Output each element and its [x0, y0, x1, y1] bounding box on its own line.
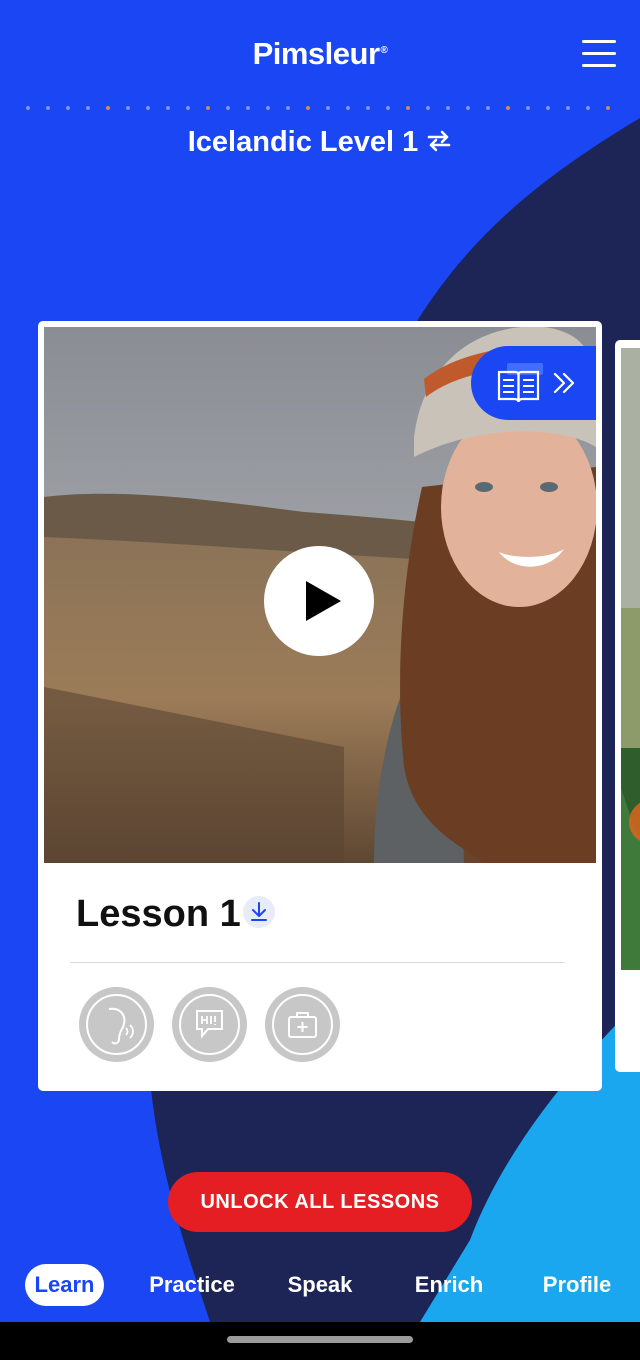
- logo-text: Pimsleur: [252, 36, 380, 71]
- course-selector[interactable]: Icelandic Level 1: [0, 126, 640, 159]
- nav-enrich[interactable]: Enrich: [405, 1264, 493, 1306]
- next-lesson-photo: [621, 348, 640, 970]
- progress-dot: [386, 106, 390, 110]
- lesson-progress-dots: [26, 106, 616, 112]
- progress-dot: [366, 106, 370, 110]
- progress-dot: [306, 106, 310, 110]
- listening-ear-icon: [108, 1007, 134, 1045]
- next-lesson-card[interactable]: [615, 340, 640, 1072]
- card-divider: [70, 962, 565, 963]
- play-lesson-button[interactable]: [264, 546, 374, 656]
- logo-registered-mark: ®: [380, 44, 388, 56]
- progress-dot: [246, 106, 250, 110]
- progress-dot: [26, 106, 30, 110]
- progress-dot: [326, 106, 330, 110]
- home-gesture-handle[interactable]: [227, 1336, 413, 1343]
- system-navigation-bar: [0, 1322, 640, 1360]
- top-bar: Pimsleur®: [0, 0, 640, 110]
- swap-arrows-icon: [427, 130, 451, 152]
- hamburger-menu-icon[interactable]: [582, 40, 616, 70]
- course-title: Icelandic Level 1: [187, 126, 419, 158]
- nav-speak[interactable]: Speak: [278, 1264, 362, 1306]
- progress-dot: [266, 106, 270, 110]
- lesson-card[interactable]: Lesson 1: [38, 321, 602, 1091]
- progress-dot: [486, 106, 490, 110]
- nav-practice[interactable]: Practice: [138, 1264, 246, 1306]
- pimsleur-logo: Pimsleur®: [0, 36, 640, 72]
- progress-dot: [286, 106, 290, 110]
- progress-dot: [346, 106, 350, 110]
- progress-dot: [146, 106, 150, 110]
- progress-dot: [46, 106, 50, 110]
- download-button[interactable]: [243, 896, 275, 928]
- open-book-icon: [497, 363, 575, 403]
- speaking-skill-button[interactable]: [172, 987, 247, 1062]
- progress-dot: [106, 106, 110, 110]
- progress-dot: [86, 106, 90, 110]
- culture-skill-button[interactable]: [265, 987, 340, 1062]
- progress-dot: [186, 106, 190, 110]
- play-icon: [306, 581, 341, 621]
- progress-dot: [426, 106, 430, 110]
- progress-dot: [586, 106, 590, 110]
- unlock-all-lessons-button[interactable]: UNLOCK ALL LESSONS: [168, 1172, 472, 1232]
- nav-learn[interactable]: Learn: [25, 1264, 104, 1306]
- progress-dot: [526, 106, 530, 110]
- progress-dot: [126, 106, 130, 110]
- progress-dot: [466, 106, 470, 110]
- progress-dot: [226, 106, 230, 110]
- progress-dot: [566, 106, 570, 110]
- progress-dot: [546, 106, 550, 110]
- progress-dot: [206, 106, 210, 110]
- progress-dot: [406, 106, 410, 110]
- progress-dot: [166, 106, 170, 110]
- progress-dot: [606, 106, 610, 110]
- progress-dot: [506, 106, 510, 110]
- lesson-title: Lesson 1: [76, 893, 241, 935]
- nav-profile[interactable]: Profile: [533, 1264, 621, 1306]
- speech-bubble-hi-icon: [196, 1010, 223, 1039]
- reading-lesson-tab[interactable]: [471, 346, 596, 420]
- listening-skill-button[interactable]: [79, 987, 154, 1062]
- download-icon: [251, 902, 267, 921]
- progress-dot: [66, 106, 70, 110]
- progress-dot: [446, 106, 450, 110]
- travel-bag-icon: [288, 1012, 317, 1038]
